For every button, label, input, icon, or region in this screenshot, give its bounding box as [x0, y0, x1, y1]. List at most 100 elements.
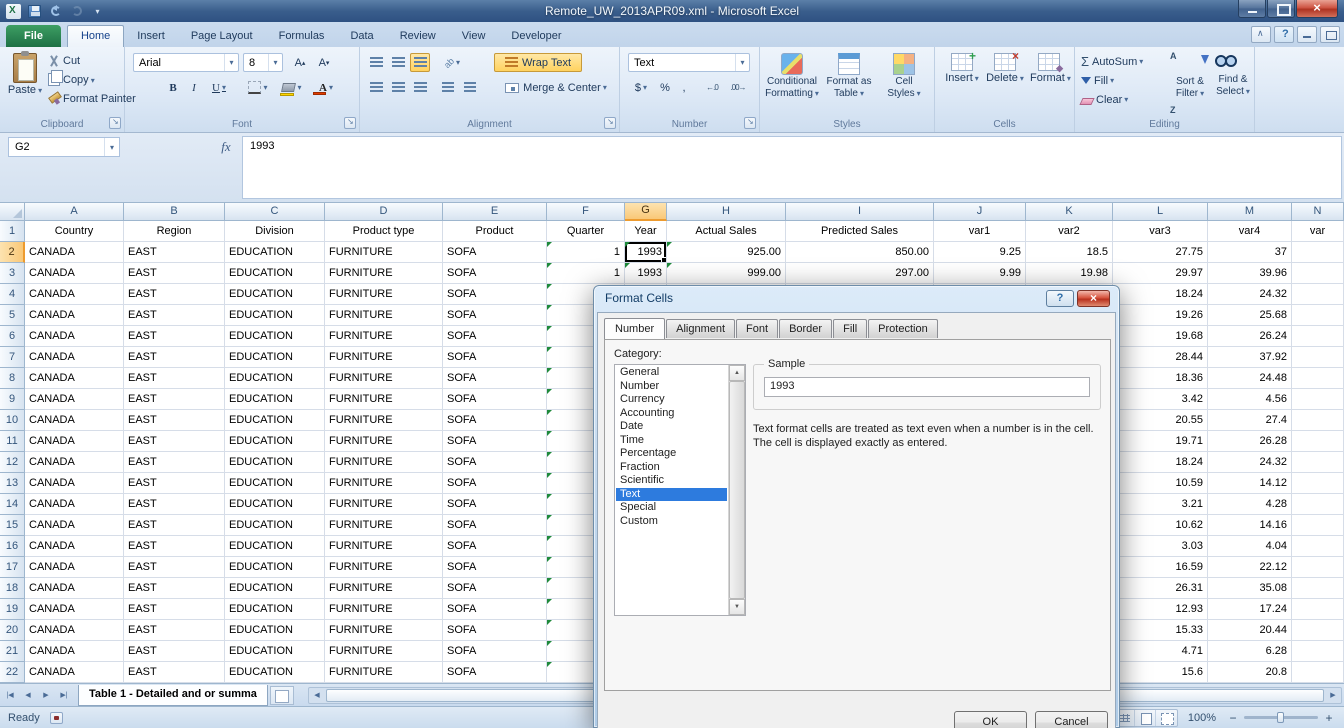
cell-A15[interactable]: CANADA [25, 515, 124, 536]
cell-N9[interactable] [1292, 389, 1344, 410]
cell-E9[interactable]: SOFA [443, 389, 547, 410]
cell-C12[interactable]: EDUCATION [225, 452, 325, 473]
cell-C8[interactable]: EDUCATION [225, 368, 325, 389]
cell-B7[interactable]: EAST [124, 347, 225, 368]
align-center-button[interactable] [388, 78, 408, 97]
category-item-date[interactable]: Date [616, 420, 727, 434]
cell-D18[interactable]: FURNITURE [325, 578, 443, 599]
cell-M14[interactable]: 4.28 [1208, 494, 1292, 515]
wrap-text-button[interactable]: Wrap Text [494, 53, 582, 72]
category-item-general[interactable]: General [616, 366, 727, 380]
increase-decimal-button[interactable]: ←.0 [700, 78, 724, 97]
ribbon-tab-insert[interactable]: Insert [124, 26, 178, 47]
cell-M8[interactable]: 24.48 [1208, 368, 1292, 389]
cell-B21[interactable]: EAST [124, 641, 225, 662]
workbook-restore-button[interactable] [1320, 26, 1340, 43]
cell-E3[interactable]: SOFA [443, 263, 547, 284]
cell-C2[interactable]: EDUCATION [225, 242, 325, 263]
cell-D19[interactable]: FURNITURE [325, 599, 443, 620]
fill-color-button[interactable] [277, 78, 307, 97]
column-header-A[interactable]: A [25, 203, 124, 221]
cell-L7[interactable]: 28.44 [1113, 347, 1208, 368]
cell-A16[interactable]: CANADA [25, 536, 124, 557]
cell-L16[interactable]: 3.03 [1113, 536, 1208, 557]
cell-L10[interactable]: 20.55 [1113, 410, 1208, 431]
cell-C15[interactable]: EDUCATION [225, 515, 325, 536]
category-item-special[interactable]: Special [616, 501, 727, 515]
redo-button[interactable] [68, 3, 85, 19]
cell-C6[interactable]: EDUCATION [225, 326, 325, 347]
cell-E19[interactable]: SOFA [443, 599, 547, 620]
cell-F1[interactable]: Quarter [547, 221, 625, 242]
cell-B14[interactable]: EAST [124, 494, 225, 515]
clipboard-dialog-launcher[interactable] [109, 117, 121, 129]
cell-E1[interactable]: Product [443, 221, 547, 242]
cell-D6[interactable]: FURNITURE [325, 326, 443, 347]
category-item-currency[interactable]: Currency [616, 393, 727, 407]
cell-M6[interactable]: 26.24 [1208, 326, 1292, 347]
column-header-M[interactable]: M [1208, 203, 1292, 221]
cell-N4[interactable] [1292, 284, 1344, 305]
ok-button[interactable]: OK [954, 711, 1027, 728]
row-header-2[interactable]: 2 [0, 242, 25, 263]
category-item-number[interactable]: Number [616, 380, 727, 394]
cell-E20[interactable]: SOFA [443, 620, 547, 641]
cell-M17[interactable]: 22.12 [1208, 557, 1292, 578]
cell-L15[interactable]: 10.62 [1113, 515, 1208, 536]
dialog-tab-fill[interactable]: Fill [833, 319, 867, 338]
cell-B4[interactable]: EAST [124, 284, 225, 305]
column-header-F[interactable]: F [547, 203, 625, 221]
column-header-I[interactable]: I [786, 203, 934, 221]
row-header-3[interactable]: 3 [0, 263, 25, 284]
cell-C3[interactable]: EDUCATION [225, 263, 325, 284]
cell-M18[interactable]: 35.08 [1208, 578, 1292, 599]
cell-L13[interactable]: 10.59 [1113, 473, 1208, 494]
dialog-tab-number[interactable]: Number [604, 318, 665, 339]
cell-N20[interactable] [1292, 620, 1344, 641]
cell-N17[interactable] [1292, 557, 1344, 578]
row-header-7[interactable]: 7 [0, 347, 25, 368]
cell-C16[interactable]: EDUCATION [225, 536, 325, 557]
row-header-6[interactable]: 6 [0, 326, 25, 347]
insert-cells-button[interactable]: + Insert [943, 50, 981, 116]
column-header-H[interactable]: H [667, 203, 786, 221]
cell-D8[interactable]: FURNITURE [325, 368, 443, 389]
row-header-15[interactable]: 15 [0, 515, 25, 536]
autosum-button[interactable]: ΣAutoSum [1081, 52, 1143, 71]
accounting-format-button[interactable]: $ [628, 78, 654, 97]
cell-H3[interactable]: 999.00 [667, 263, 786, 284]
cell-B8[interactable]: EAST [124, 368, 225, 389]
number-format-select[interactable]: Text [628, 53, 750, 72]
dialog-tab-alignment[interactable]: Alignment [666, 319, 735, 338]
cell-B1[interactable]: Region [124, 221, 225, 242]
alignment-dialog-launcher[interactable] [604, 117, 616, 129]
undo-button[interactable] [47, 3, 64, 19]
format-as-table-button[interactable]: Format as Table [822, 50, 876, 116]
previous-sheet-button[interactable]: ◀ [20, 687, 36, 703]
cell-C11[interactable]: EDUCATION [225, 431, 325, 452]
cell-B9[interactable]: EAST [124, 389, 225, 410]
cell-C21[interactable]: EDUCATION [225, 641, 325, 662]
cell-C17[interactable]: EDUCATION [225, 557, 325, 578]
minimize-ribbon-button[interactable] [1251, 26, 1271, 43]
cell-K3[interactable]: 19.98 [1026, 263, 1113, 284]
copy-button[interactable]: Copy [48, 70, 136, 89]
cell-A19[interactable]: CANADA [25, 599, 124, 620]
last-sheet-button[interactable]: ▶| [56, 687, 72, 703]
cell-L17[interactable]: 16.59 [1113, 557, 1208, 578]
category-item-accounting[interactable]: Accounting [616, 407, 727, 421]
row-header-12[interactable]: 12 [0, 452, 25, 473]
top-align-button[interactable] [366, 53, 386, 72]
cell-L22[interactable]: 15.6 [1113, 662, 1208, 683]
cell-L2[interactable]: 27.75 [1113, 242, 1208, 263]
bold-button[interactable]: B [163, 78, 183, 97]
cell-E5[interactable]: SOFA [443, 305, 547, 326]
row-header-16[interactable]: 16 [0, 536, 25, 557]
clear-button[interactable]: Clear [1081, 90, 1143, 109]
cell-D13[interactable]: FURNITURE [325, 473, 443, 494]
cell-A7[interactable]: CANADA [25, 347, 124, 368]
cell-E7[interactable]: SOFA [443, 347, 547, 368]
cell-M9[interactable]: 4.56 [1208, 389, 1292, 410]
cell-E14[interactable]: SOFA [443, 494, 547, 515]
excel-app-icon[interactable] [5, 3, 22, 19]
